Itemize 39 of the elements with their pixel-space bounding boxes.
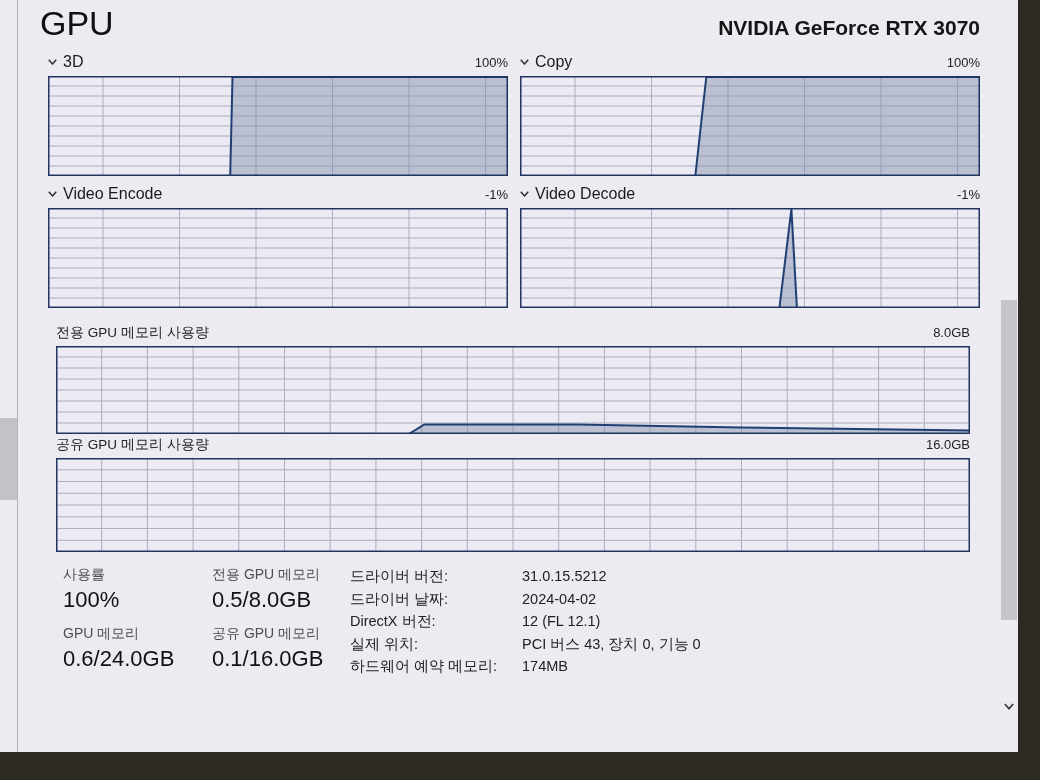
device-name: NVIDIA GeForce RTX 3070 [718,15,980,41]
engine-dropdown[interactable]: Video Encode [48,184,163,204]
property-label: 하드웨어 예약 메모리: [350,657,499,676]
property-value: 174MB [522,657,569,676]
stat-label: 사용률 [63,565,105,584]
graph-label: 전용 GPU 메모리 사용량 [56,324,209,342]
graph-reading: 100% [946,54,980,72]
stat-value: 0.5/8.0GB [212,586,312,614]
engine-dropdown[interactable]: Copy [520,52,573,72]
page-title: GPU [40,3,114,44]
scroll-down-icon[interactable] [1004,703,1014,710]
graph-reading: -1% [956,186,980,204]
scrollbar-thumb[interactable] [0,418,17,500]
stat-value: 0.1/16.0GB [212,644,324,673]
property-value: 31.0.15.5212 [522,567,608,586]
stat-value: 100% [63,586,120,614]
chevron-down-icon[interactable] [48,59,57,65]
property-value: 12 (FL 12.1) [522,612,602,631]
property-label: DirectX 버전: [350,612,437,631]
engine-dropdown[interactable]: Video Decode [520,184,636,204]
property-value: 2024-04-02 [522,589,598,609]
property-label: 드라이버 버전: [350,567,450,586]
engine-dropdown[interactable]: 3D [48,52,84,72]
graph-reading: 100% [474,54,508,72]
stat-label: GPU 메모리 [63,623,140,643]
graph-reading: -1% [484,186,508,204]
graph-reading: 16.0GB [925,436,970,454]
property-value: PCI 버스 43, 장치 0, 기능 0 [522,634,701,654]
chevron-down-icon[interactable] [48,191,57,197]
graph-reading: 8.0GB [933,324,970,342]
stat-label: 공유 GPU 메모리 [212,623,321,643]
scrollbar-thumb[interactable] [1001,300,1017,620]
graph-label: 공유 GPU 메모리 사용량 [56,436,209,454]
property-label: 실제 위치: [350,634,420,654]
property-label: 드라이버 날짜: [350,589,450,609]
chevron-down-icon[interactable] [520,191,529,197]
chevron-down-icon[interactable] [520,59,529,65]
stat-label: 전용 GPU 메모리 [212,565,321,584]
stat-value: 0.6/24.0GB [63,644,175,673]
